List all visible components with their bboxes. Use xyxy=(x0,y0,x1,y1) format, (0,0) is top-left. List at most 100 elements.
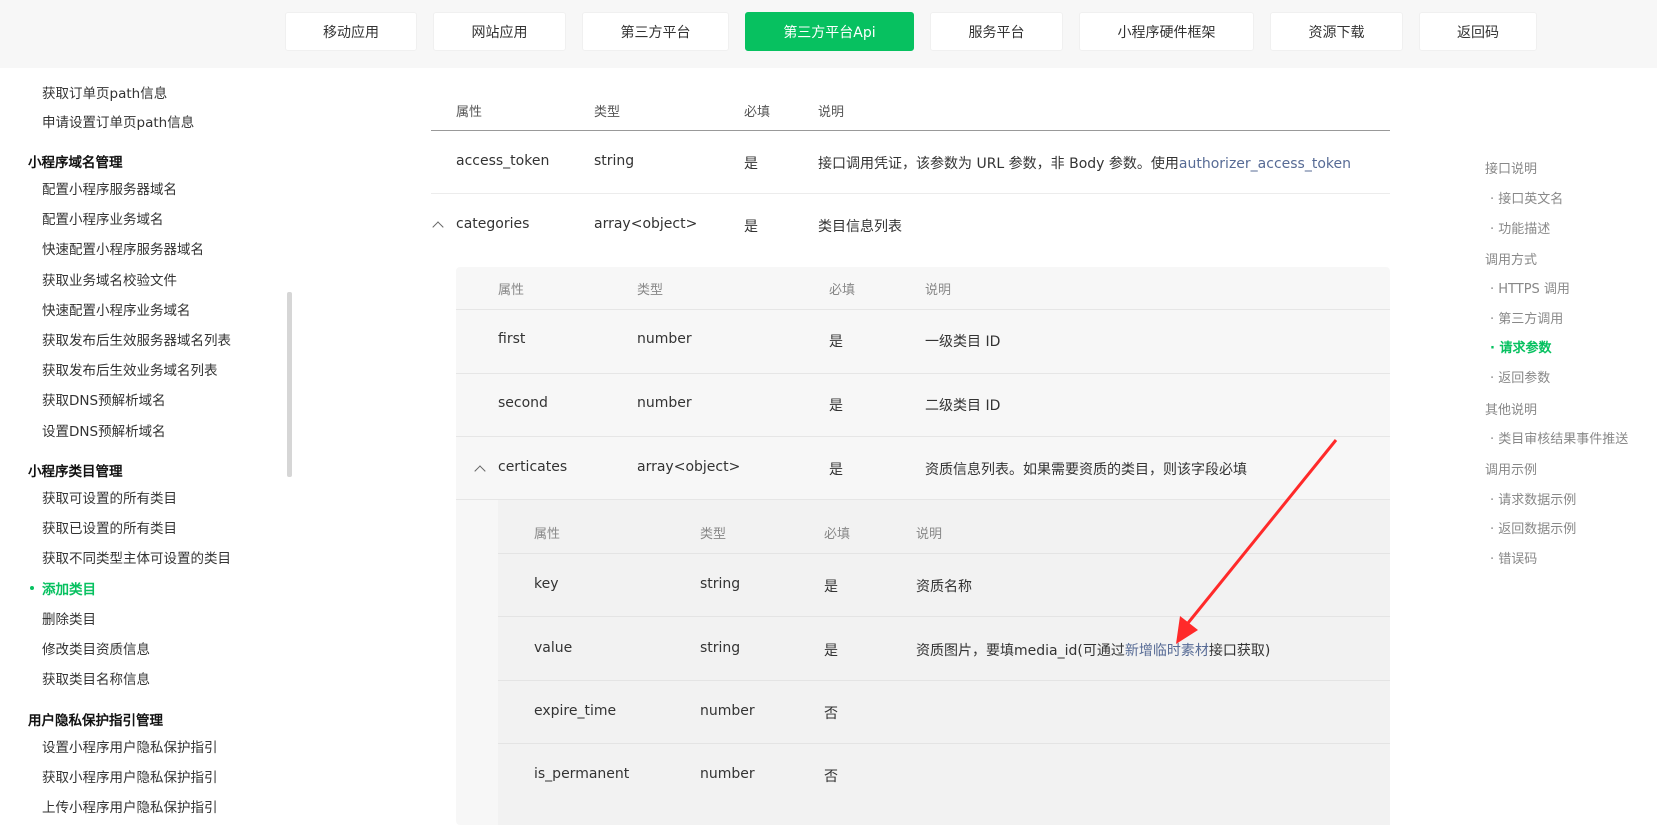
sidebar-item[interactable]: 申请设置订单页path信息 xyxy=(42,111,194,131)
toc-item[interactable]: · 返回数据示例 xyxy=(1490,518,1576,537)
nested2-col-header-required: 必填 xyxy=(824,527,851,542)
sidebar-item[interactable]: 获取发布后生效服务器域名列表 xyxy=(42,329,231,349)
row-divider xyxy=(431,193,1390,194)
param-name: second xyxy=(498,395,548,411)
sidebar-group-heading[interactable]: 小程序域名管理 xyxy=(28,151,123,171)
sidebar-scrollbar[interactable] xyxy=(287,292,292,477)
active-indicator-dot xyxy=(30,586,34,590)
row-divider xyxy=(456,309,1390,310)
nested-col-header-desc: 说明 xyxy=(925,283,952,298)
sidebar-item[interactable]: 获取可设置的所有类目 xyxy=(42,487,177,507)
nested2-col-header-type: 类型 xyxy=(700,527,727,542)
toc-item[interactable]: · 错误码 xyxy=(1490,548,1537,567)
param-type: string xyxy=(594,153,635,169)
nested-col-header-attr: 属性 xyxy=(498,283,525,298)
nav-item-third-party-api[interactable]: 第三方平台Api xyxy=(745,12,914,51)
row-divider xyxy=(498,743,1390,744)
sidebar-item[interactable]: 获取类目名称信息 xyxy=(42,668,150,688)
param-required: 否 xyxy=(824,769,838,785)
nav-item-return-codes[interactable]: 返回码 xyxy=(1419,12,1537,51)
col-header-type: 类型 xyxy=(594,105,621,120)
nav-item-mobile-app[interactable]: 移动应用 xyxy=(285,12,417,51)
sidebar-item[interactable]: 获取小程序用户隐私保护指引 xyxy=(42,766,218,786)
param-desc: 二级类目 ID xyxy=(925,398,1001,414)
toc-item[interactable]: · 接口英文名 xyxy=(1490,188,1563,207)
toc-heading[interactable]: 接口说明 xyxy=(1485,158,1537,177)
row-divider xyxy=(498,616,1390,617)
param-desc: 资质名称 xyxy=(916,579,972,595)
toc-item[interactable]: · 请求数据示例 xyxy=(1490,489,1576,508)
nav-item-service-platform[interactable]: 服务平台 xyxy=(930,12,1063,51)
toc-item-active[interactable]: · 请求参数 xyxy=(1490,337,1551,356)
param-desc: 类目信息列表 xyxy=(818,219,902,235)
param-name: first xyxy=(498,331,526,347)
sidebar-item[interactable]: 设置DNS预解析域名 xyxy=(42,420,166,440)
sidebar-item[interactable]: 修改类目资质信息 xyxy=(42,638,150,658)
col-header-attr: 属性 xyxy=(456,105,483,120)
sidebar-item[interactable]: 上传小程序用户隐私保护指引 xyxy=(42,796,218,816)
param-name: key xyxy=(534,576,559,592)
row-divider xyxy=(498,680,1390,681)
toc-item[interactable]: · 类目审核结果事件推送 xyxy=(1490,428,1628,447)
toc-heading[interactable]: 其他说明 xyxy=(1485,399,1537,418)
param-desc: 接口调用凭证，该参数为 URL 参数，非 Body 参数。使用authorize… xyxy=(818,153,1351,173)
nested-col-header-type: 类型 xyxy=(637,283,664,298)
sidebar-item[interactable]: 获取业务域名校验文件 xyxy=(42,269,177,289)
param-type: number xyxy=(637,331,692,347)
sidebar-item[interactable]: 快速配置小程序业务域名 xyxy=(42,299,191,319)
authorizer-token-link[interactable]: authorizer_access_token xyxy=(1179,156,1351,172)
row-divider xyxy=(456,373,1390,374)
sidebar-item[interactable]: 配置小程序服务器域名 xyxy=(42,178,177,198)
toc-item[interactable]: · 功能描述 xyxy=(1490,218,1550,237)
param-desc: 资质信息列表。如果需要资质的类目，则该字段必填 xyxy=(925,462,1247,478)
param-type: array<object> xyxy=(594,216,698,232)
param-desc: 一级类目 ID xyxy=(925,334,1001,350)
collapse-caret-icon[interactable] xyxy=(432,221,444,233)
sidebar-item[interactable]: 设置小程序用户隐私保护指引 xyxy=(42,736,218,756)
param-name: is_permanent xyxy=(534,766,630,782)
toc-heading[interactable]: 调用示例 xyxy=(1485,459,1537,478)
param-required: 是 xyxy=(824,643,838,659)
param-required: 否 xyxy=(824,706,838,722)
param-required: 是 xyxy=(744,219,758,235)
top-nav-bar: 移动应用 网站应用 第三方平台 第三方平台Api 服务平台 小程序硬件框架 资源… xyxy=(0,0,1657,68)
param-name: certicates xyxy=(498,459,568,475)
row-divider xyxy=(498,553,1390,554)
sidebar-item[interactable]: 获取订单页path信息 xyxy=(42,82,167,102)
param-required: 是 xyxy=(829,334,843,350)
nav-item-website-app[interactable]: 网站应用 xyxy=(433,12,566,51)
nested-col-header-required: 必填 xyxy=(829,283,856,298)
sidebar-item-active[interactable]: 添加类目 xyxy=(42,578,96,598)
sidebar-group-heading[interactable]: 小程序类目管理 xyxy=(28,460,123,480)
toc-heading[interactable]: 调用方式 xyxy=(1485,249,1537,268)
param-type: number xyxy=(637,395,692,411)
sidebar-item[interactable]: 配置小程序业务域名 xyxy=(42,208,164,228)
param-type: number xyxy=(700,703,755,719)
toc-item[interactable]: · 第三方调用 xyxy=(1490,308,1563,327)
sidebar-item[interactable]: 删除类目 xyxy=(42,608,96,628)
param-type: array<object> xyxy=(637,459,741,475)
col-header-desc: 说明 xyxy=(818,105,845,120)
toc-item[interactable]: · 返回参数 xyxy=(1490,367,1550,386)
sidebar-group-heading[interactable]: 用户隐私保护指引管理 xyxy=(28,709,163,729)
sidebar: 获取订单页path信息 申请设置订单页path信息 小程序域名管理 配置小程序服… xyxy=(0,68,290,837)
sidebar-item[interactable]: 获取已设置的所有类目 xyxy=(42,517,177,537)
nav-item-downloads[interactable]: 资源下载 xyxy=(1270,12,1403,51)
toc-item[interactable]: · HTTPS 调用 xyxy=(1490,278,1570,297)
row-divider xyxy=(456,436,1390,437)
param-name: value xyxy=(534,640,573,656)
sidebar-item[interactable]: 快速配置小程序服务器域名 xyxy=(42,238,204,258)
param-required: 是 xyxy=(829,462,843,478)
param-desc-text: 资质图片，要填media_id(可通过 xyxy=(916,643,1125,659)
nav-item-third-party-platform[interactable]: 第三方平台 xyxy=(582,12,729,51)
sidebar-item[interactable]: 获取发布后生效业务域名列表 xyxy=(42,359,218,379)
header-divider xyxy=(431,130,1390,131)
add-temp-material-link[interactable]: 新增临时素材 xyxy=(1125,643,1209,659)
sidebar-item[interactable]: 获取不同类型主体可设置的类目 xyxy=(42,547,231,567)
param-type: string xyxy=(700,640,741,656)
param-desc-text: 接口调用凭证，该参数为 URL 参数，非 Body 参数。使用 xyxy=(818,156,1179,172)
sidebar-item[interactable]: 获取DNS预解析域名 xyxy=(42,389,166,409)
param-type: number xyxy=(700,766,755,782)
param-required: 是 xyxy=(829,398,843,414)
nav-item-hardware-framework[interactable]: 小程序硬件框架 xyxy=(1079,12,1254,51)
